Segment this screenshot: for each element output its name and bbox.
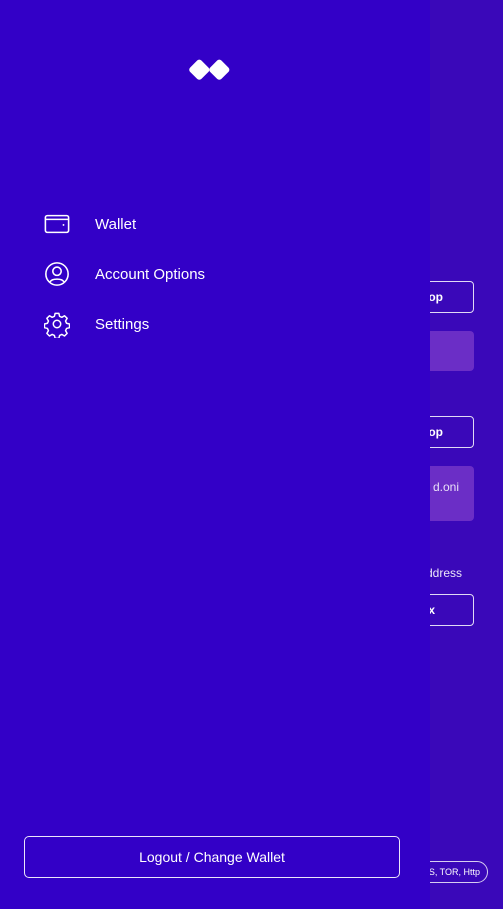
drawer-item-settings[interactable]: Settings — [0, 302, 430, 346]
network-pill-label: QS, TOR, Http — [421, 867, 480, 877]
wallet-icon — [44, 211, 70, 237]
drawer-item-label: Wallet — [95, 215, 137, 233]
drawer-item-label: Account Options — [95, 265, 206, 283]
background-input-2-text: d.oni — [433, 480, 460, 494]
navigation-drawer: Wallet Account Options Settings Logout /… — [0, 0, 430, 909]
drawer-item-wallet[interactable]: Wallet — [0, 202, 430, 246]
diamond-pair-logo-icon — [188, 57, 236, 88]
account-icon — [44, 261, 70, 287]
logout-change-wallet-button[interactable]: Logout / Change Wallet — [24, 836, 400, 878]
background-address-label: ddress — [426, 566, 463, 580]
drawer-item-label: Settings — [95, 315, 150, 333]
drawer-item-account-options[interactable]: Account Options — [0, 252, 430, 296]
gear-icon — [44, 311, 70, 338]
